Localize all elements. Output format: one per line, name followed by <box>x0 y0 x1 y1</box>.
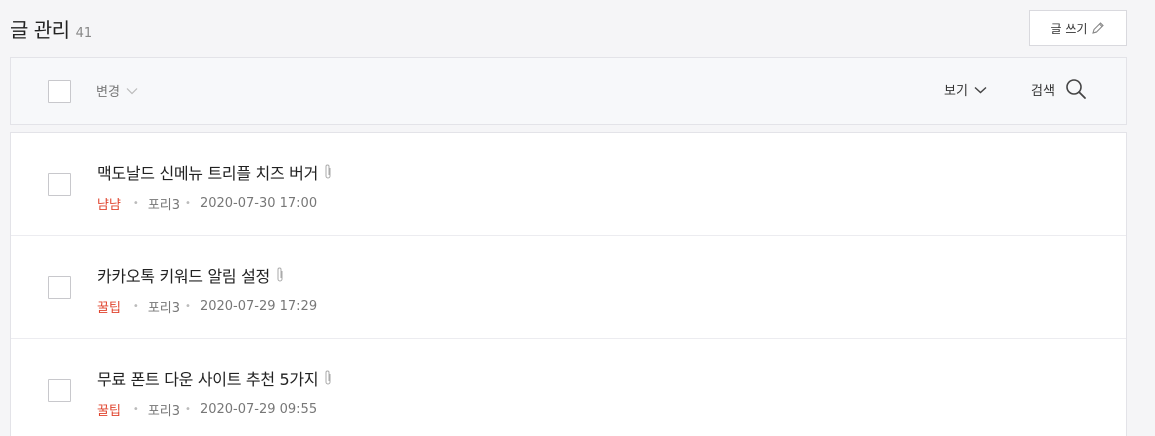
post-row: 카카오톡 키워드 알림 설정 꿀팁 • 포리3 • 2020-07-29 17:… <box>11 236 1126 339</box>
post-date: 2020-07-29 17:29 <box>199 299 318 314</box>
write-post-label: 글 쓰기 <box>1050 21 1088 36</box>
meta-separator: • <box>185 198 191 209</box>
post-title[interactable]: 무료 폰트 다운 사이트 추천 5가지 <box>97 366 319 390</box>
post-title-line: 맥도날드 신메뉴 트리플 치즈 버거 <box>97 160 333 184</box>
meta-separator: • <box>185 301 191 312</box>
meta-separator: • <box>132 301 139 312</box>
search-label: 검색 <box>1031 83 1055 99</box>
search-button[interactable]: 검색 <box>1031 78 1087 100</box>
post-row: 무료 폰트 다운 사이트 추천 5가지 꿀팁 • 포리3 • 2020-07-2… <box>11 339 1126 436</box>
pencil-icon <box>1091 21 1105 35</box>
view-label: 보기 <box>944 84 968 99</box>
post-checkbox[interactable] <box>48 173 71 196</box>
post-row: 맥도날드 신메뉴 트리플 치즈 버거 냠냠 • 포리3 • 2020-07-30… <box>11 133 1126 236</box>
meta-separator: • <box>132 198 139 209</box>
change-label: 변경 <box>96 85 120 100</box>
post-meta: 꿀팁 • 포리3 • 2020-07-29 17:29 <box>97 297 317 316</box>
post-category[interactable]: 꿀팁 <box>97 400 121 419</box>
change-dropdown[interactable]: 변경 <box>96 81 138 100</box>
post-checkbox[interactable] <box>48 379 71 402</box>
meta-separator: • <box>185 404 191 415</box>
post-author: 포리3 <box>147 301 181 316</box>
post-checkbox[interactable] <box>48 276 71 299</box>
paperclip-icon <box>275 266 285 284</box>
page-title: 글 관리 41 <box>10 14 92 43</box>
post-category[interactable]: 냠냠 <box>97 194 121 213</box>
paperclip-icon <box>323 369 333 387</box>
view-dropdown[interactable]: 보기 <box>944 80 987 99</box>
post-date: 2020-07-30 17:00 <box>199 196 318 211</box>
post-category[interactable]: 꿀팁 <box>97 297 121 316</box>
post-meta: 냠냠 • 포리3 • 2020-07-30 17:00 <box>97 194 317 213</box>
post-date: 2020-07-29 09:55 <box>199 402 318 417</box>
write-post-button[interactable]: 글 쓰기 <box>1029 10 1127 46</box>
post-author: 포리3 <box>147 404 181 419</box>
post-title-line: 카카오톡 키워드 알림 설정 <box>97 263 285 287</box>
post-title[interactable]: 맥도날드 신메뉴 트리플 치즈 버거 <box>97 160 318 184</box>
meta-separator: • <box>132 404 139 415</box>
page-title-text: 글 관리 <box>10 18 70 42</box>
post-meta: 꿀팁 • 포리3 • 2020-07-29 09:55 <box>97 400 317 419</box>
post-author: 포리3 <box>147 198 181 213</box>
post-count: 41 <box>75 26 93 41</box>
post-list: 맥도날드 신메뉴 트리플 치즈 버거 냠냠 • 포리3 • 2020-07-30… <box>10 132 1127 436</box>
post-management-page: 글 관리 41 글 쓰기 변경 보기 검색 맥도날드 신메뉴 트리플 치즈 버거… <box>0 0 1155 436</box>
list-toolbar: 변경 보기 검색 <box>10 57 1127 125</box>
chevron-down-icon <box>974 86 987 94</box>
post-title[interactable]: 카카오톡 키워드 알림 설정 <box>97 263 270 287</box>
post-title-line: 무료 폰트 다운 사이트 추천 5가지 <box>97 366 333 390</box>
select-all-checkbox[interactable] <box>48 80 71 103</box>
search-icon <box>1065 78 1087 100</box>
chevron-down-icon <box>126 87 138 95</box>
paperclip-icon <box>323 163 333 181</box>
